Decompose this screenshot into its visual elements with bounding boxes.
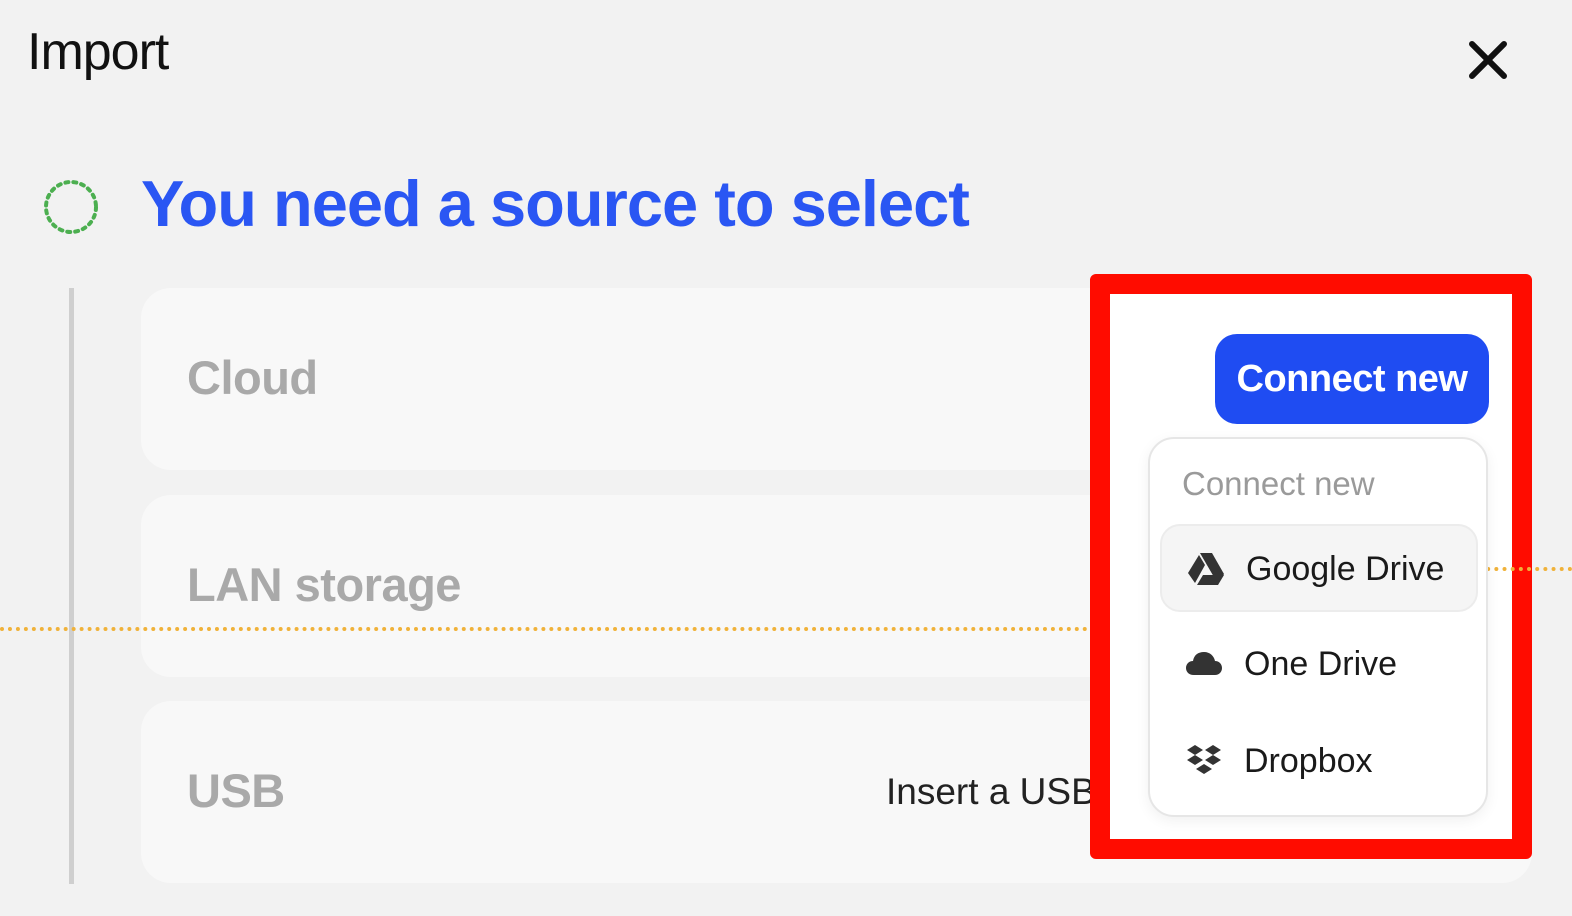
dropbox-icon xyxy=(1187,745,1221,774)
guide-dotted-line-left xyxy=(0,627,1120,631)
step-connector-line xyxy=(69,288,74,884)
source-label-usb: USB xyxy=(187,764,285,817)
source-label-cloud: Cloud xyxy=(187,351,318,404)
dialog-title: Import xyxy=(27,23,169,81)
menu-item-google-drive[interactable]: Google Drive xyxy=(1160,524,1478,612)
menu-item-label: Google Drive xyxy=(1246,550,1445,588)
menu-item-label: One Drive xyxy=(1244,645,1398,683)
step-headline: You need a source to select xyxy=(141,167,970,240)
google-drive-icon xyxy=(1188,553,1224,585)
menu-header: Connect new xyxy=(1182,465,1375,502)
menu-item-label: Dropbox xyxy=(1244,742,1373,780)
connect-new-menu: Connect new Google Drive One Drive Dropb… xyxy=(1148,437,1488,817)
connect-new-button[interactable]: Connect new xyxy=(1215,334,1489,424)
dotted-circle-icon xyxy=(44,180,98,234)
guide-dotted-line-right xyxy=(1478,567,1572,571)
menu-item-one-drive[interactable]: One Drive xyxy=(1160,621,1478,709)
close-icon[interactable] xyxy=(1462,34,1514,86)
menu-item-dropbox[interactable]: Dropbox xyxy=(1160,718,1478,806)
source-label-lan: LAN storage xyxy=(187,558,461,611)
cloud-icon xyxy=(1186,652,1222,675)
